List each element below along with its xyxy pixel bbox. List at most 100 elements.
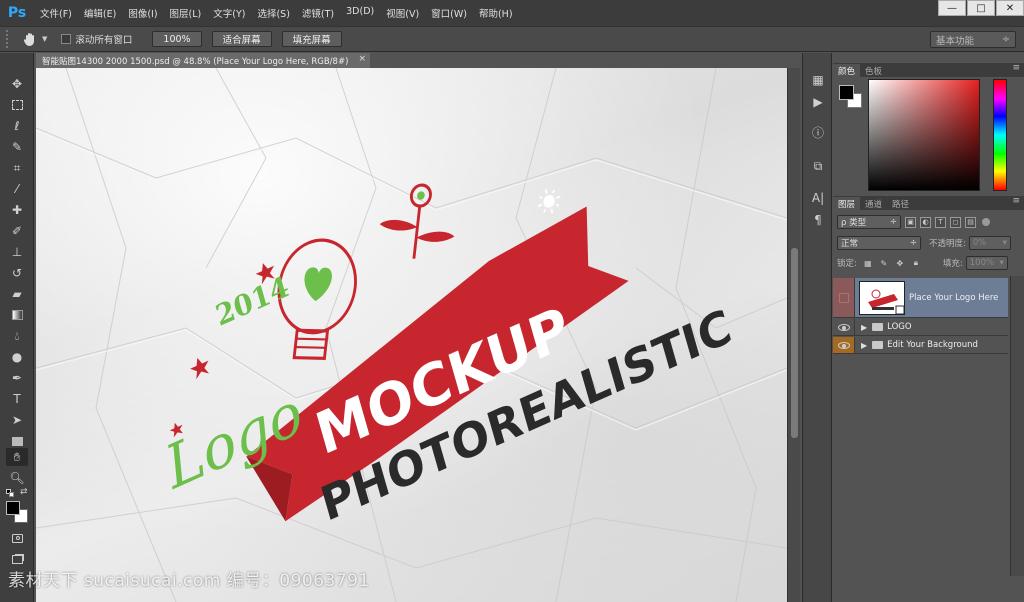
eye-icon [837,341,850,349]
chevron-down-icon: ▼ [42,35,48,43]
color-panel-tabs: 颜色 色板 ≡ [833,63,1024,77]
blur-tool-icon[interactable]: 💧︎ [6,327,28,345]
menu-image[interactable]: 图像(I) [122,6,163,20]
layer-visibility-toggle[interactable] [833,337,855,353]
dodge-tool-icon[interactable]: ● [6,348,28,366]
canvas-vertical-scrollbar[interactable] [787,68,800,602]
close-document-icon[interactable]: × [358,54,366,64]
menu-select[interactable]: 选择(S) [251,6,295,20]
layer-visibility-toggle[interactable] [833,278,855,317]
layers-scrollbar[interactable] [1010,276,1024,576]
layer-visibility-toggle[interactable] [833,319,855,335]
default-colors-icon[interactable] [6,489,14,497]
toolbox: ✥ ℓ ✎ ⌗ ⁄ ✚ ✐ ⊥ ↺ ▰ 💧︎ ● ✒ T ➤ ✋︎ 🔍︎ ⇄ [0,53,34,602]
canvas-scroll-thumb[interactable] [791,248,798,438]
lock-all-icon[interactable]: 🔒︎ [911,258,921,268]
expand-arrow-icon[interactable]: ▶ [861,341,867,350]
tab-paths[interactable]: 路径 [887,197,914,210]
hand-tool-icon[interactable]: ✋︎ [6,448,28,466]
expand-arrow-icon[interactable]: ▶ [861,323,867,332]
lasso-tool-icon[interactable]: ℓ [6,117,28,135]
move-tool-icon[interactable]: ✥ [6,75,28,93]
clone-stamp-tool-icon[interactable]: ⊥ [6,243,28,261]
smart-object-thumbnail [860,281,904,314]
layer-logo-group[interactable]: ▶ LOGO [833,319,1008,336]
quick-select-tool-icon[interactable]: ✎ [6,138,28,156]
chevron-down-icon: ÷ [1002,34,1010,45]
eyedropper-tool-icon[interactable]: ⁄ [6,180,28,198]
pen-tool-icon[interactable]: ✒ [6,369,28,387]
path-select-tool-icon[interactable]: ➤ [6,411,28,429]
lock-image-icon[interactable]: ✎ [879,258,889,268]
tab-color[interactable]: 颜色 [833,64,861,77]
tool-preset-picker[interactable]: ▼ [22,31,47,47]
tool-presets-panel-icon[interactable]: ⧉ [809,157,827,175]
document-canvas[interactable]: 2014 Logo MOCKUP PHOTOREALISTIC [36,68,787,602]
lock-transparency-icon[interactable]: ▦ [863,258,873,268]
menu-help[interactable]: 帮助(H) [473,6,519,20]
character-panel-icon[interactable]: A| [809,189,827,207]
menu-filter[interactable]: 滤镜(T) [296,6,340,20]
lock-position-icon[interactable]: ✥ [895,258,905,268]
marquee-tool-icon[interactable] [6,96,28,114]
hue-slider[interactable] [993,79,1007,191]
tab-layers[interactable]: 图层 [833,197,861,210]
layer-edit-your-background-group[interactable]: ▶ Edit Your Background [833,337,1008,354]
sun-ornament [537,189,561,214]
brush-tool-icon[interactable]: ✐ [6,222,28,240]
foreground-background-swatch[interactable] [6,501,32,527]
scroll-all-windows-checkbox[interactable] [61,34,72,44]
actions-panel-icon[interactable]: ▶ [809,93,827,111]
fill-screen-button[interactable]: 填充屏幕 [281,31,342,47]
fit-screen-button[interactable]: 适合屏幕 [211,31,272,47]
color-panel-swatches[interactable] [839,85,865,111]
layer-kind-filter[interactable]: ρ 类型 ÷ [837,215,901,229]
maximize-button[interactable]: □ [967,0,995,16]
layer-place-your-logo-here[interactable]: Place Your Logo Here [833,278,1008,318]
menu-view[interactable]: 视图(V) [380,6,425,20]
collapsed-panel-strip: ▦ ▶ ⓘ ⧉ A| ¶ [802,53,832,602]
gradient-tool-icon[interactable] [6,306,28,324]
fill-field[interactable]: 100% ▾ [965,256,1008,270]
menu-layer[interactable]: 图层(L) [164,6,208,20]
options-bar-grip[interactable] [6,30,12,48]
adjustment-filter-icon[interactable]: ◐ [920,216,931,228]
type-filter-icon[interactable]: T [935,216,946,228]
color-picker-field[interactable] [868,79,980,191]
pixel-filter-icon[interactable]: ▣ [905,216,916,228]
minimize-button[interactable]: — [938,0,966,16]
info-panel-icon[interactable]: ⓘ [809,123,827,141]
type-tool-icon[interactable]: T [6,390,28,408]
menu-file[interactable]: 文件(F) [34,6,78,20]
close-window-button[interactable]: ✕ [996,0,1024,16]
blend-mode-select[interactable]: 正常 ÷ [837,236,921,250]
zoom-100-button[interactable]: 100% [152,31,202,47]
swap-colors-icon[interactable]: ⇄ [20,487,28,497]
document-tab[interactable]: 智能贴图14300 2000 1500.psd @ 48.8% (Place Y… [36,53,370,68]
workspace-select[interactable]: 基本功能 ÷ [930,31,1016,48]
foreground-color-swatch[interactable] [839,85,854,100]
paragraph-panel-icon[interactable]: ¶ [809,211,827,229]
quick-mask-icon[interactable] [6,529,28,547]
menu-window[interactable]: 窗口(W) [425,6,473,20]
watermark-text: 素材天下 sucaisucai.com 编号：09063791 [8,571,370,591]
shape-filter-icon[interactable]: ◻ [950,216,961,228]
smart-object-filter-icon[interactable]: ▤ [965,216,976,228]
scroll-all-windows-label: 滚动所有窗口 [75,35,133,46]
crop-tool-icon[interactable]: ⌗ [6,159,28,177]
zoom-tool-icon[interactable]: 🔍︎ [6,469,28,487]
tab-swatches[interactable]: 色板 [860,64,887,77]
panel-menu-icon[interactable]: ≡ [1012,196,1020,206]
eraser-tool-icon[interactable]: ▰ [6,285,28,303]
history-brush-tool-icon[interactable]: ↺ [6,264,28,282]
tab-channels[interactable]: 通道 [860,197,887,210]
eye-icon [837,323,850,331]
panel-menu-icon[interactable]: ≡ [1012,63,1020,73]
menu-edit[interactable]: 编辑(E) [78,6,122,20]
opacity-field[interactable]: 0% ▾ [968,236,1011,250]
history-panel-icon[interactable]: ▦ [809,71,827,89]
filter-toggle-icon[interactable] [982,218,990,226]
menu-3d[interactable]: 3D(D) [340,6,380,20]
healing-brush-tool-icon[interactable]: ✚ [6,201,28,219]
menu-type[interactable]: 文字(Y) [207,6,251,20]
